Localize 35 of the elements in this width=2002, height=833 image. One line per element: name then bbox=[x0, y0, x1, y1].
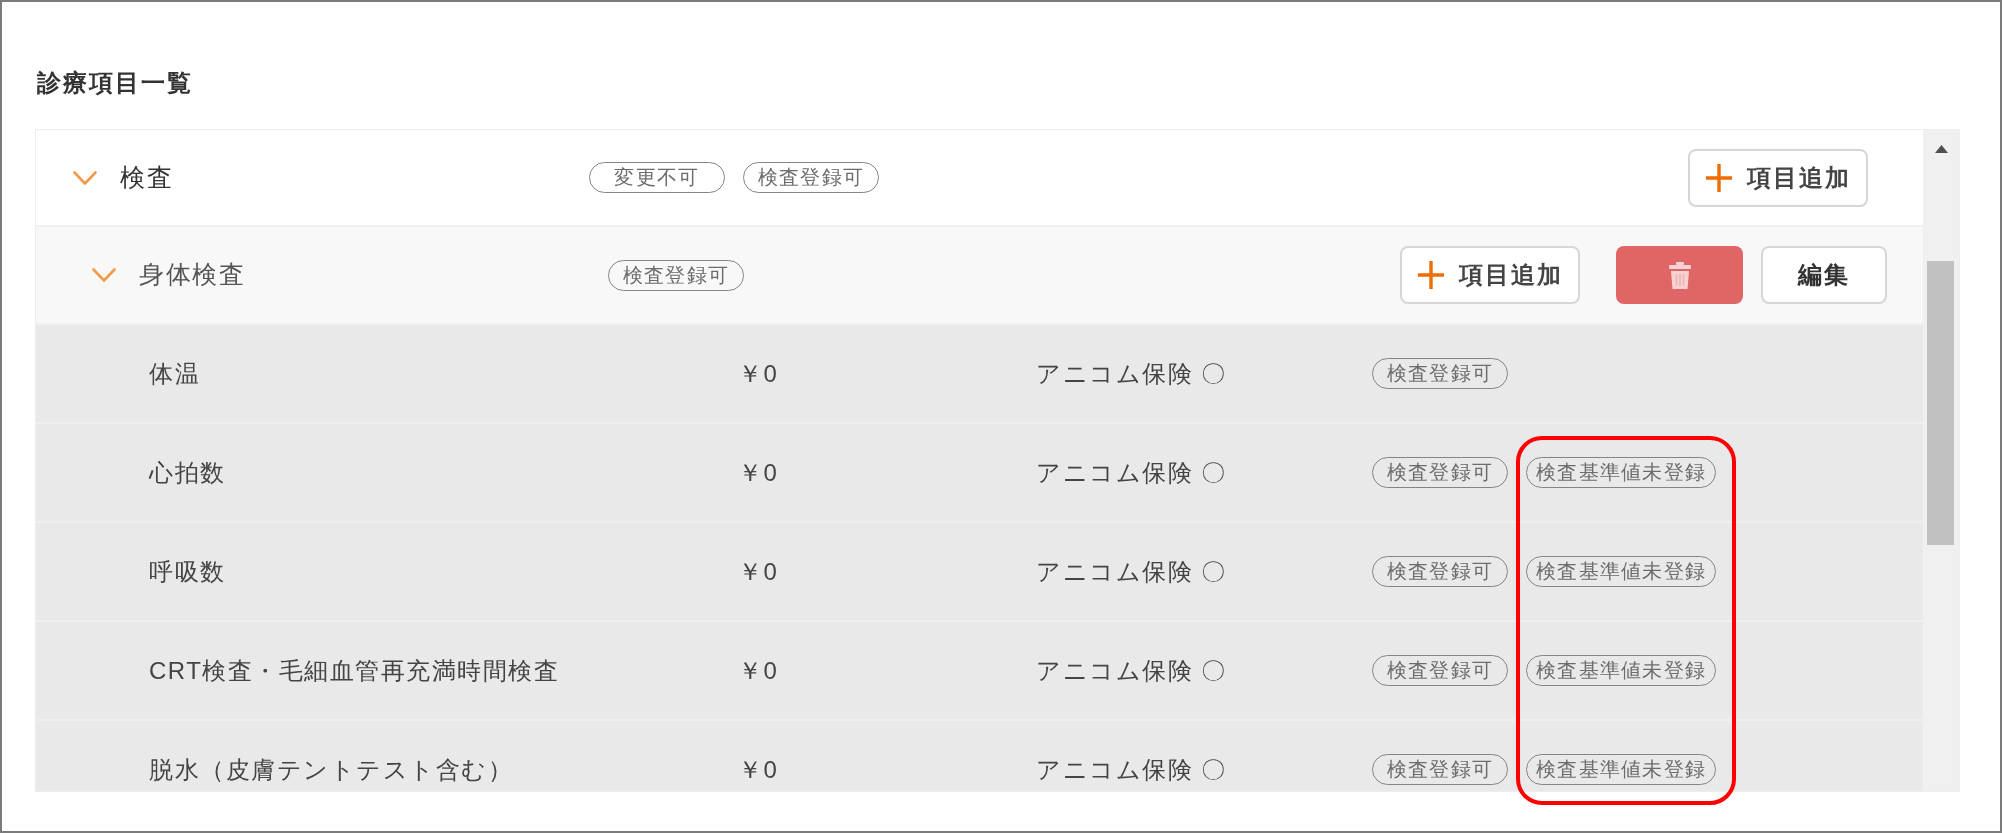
scrollbar-track[interactable] bbox=[1923, 130, 1959, 791]
insurance-text: アニコム保険 〇 bbox=[1036, 458, 1227, 486]
plus-icon bbox=[1705, 162, 1733, 193]
edit-button[interactable]: 編集 bbox=[1761, 246, 1887, 304]
item-name: CRT検査・毛細血管再充満時間検査 bbox=[149, 656, 560, 684]
item-row[interactable]: CRT検査・毛細血管再充満時間検査 ￥0 アニコム保険 〇 検査登録可 検査基準値未登録 bbox=[36, 622, 1923, 721]
insurance-text: アニコム保険 〇 bbox=[1036, 359, 1227, 387]
insurance-text: アニコム保険 〇 bbox=[1036, 656, 1227, 684]
item-name: 心拍数 bbox=[149, 458, 226, 486]
trash-icon bbox=[1668, 261, 1691, 289]
category-name: 検査 bbox=[120, 162, 173, 191]
price-text: ￥0 bbox=[738, 359, 779, 387]
item-name: 脱水（皮膚テントテスト含む） bbox=[149, 755, 513, 783]
plus-icon bbox=[1417, 260, 1445, 290]
price-text: ￥0 bbox=[738, 755, 779, 783]
subcategory-name: 身体検査 bbox=[139, 260, 245, 289]
item-row[interactable]: 体温 ￥0 アニコム保険 〇 検査登録可 bbox=[36, 325, 1923, 424]
item-name: 呼吸数 bbox=[149, 557, 226, 585]
price-text: ￥0 bbox=[738, 557, 779, 585]
chevron-down-icon[interactable] bbox=[73, 170, 97, 185]
scroll-up-icon[interactable] bbox=[1934, 145, 1948, 153]
price-text: ￥0 bbox=[738, 458, 779, 486]
scrollbar-thumb[interactable] bbox=[1927, 261, 1954, 545]
add-item-button[interactable]: 項目追加 bbox=[1688, 148, 1868, 207]
section-title: 診療項目一覧 bbox=[37, 68, 193, 98]
delete-button[interactable] bbox=[1616, 246, 1743, 304]
item-row[interactable]: 心拍数 ￥0 アニコム保険 〇 検査登録可 検査基準値未登録 bbox=[36, 424, 1923, 523]
chevron-down-icon[interactable] bbox=[92, 268, 116, 282]
item-row[interactable]: 呼吸数 ￥0 アニコム保険 〇 検査登録可 検査基準値未登録 bbox=[36, 523, 1923, 622]
add-item-button[interactable]: 項目追加 bbox=[1400, 246, 1580, 304]
insurance-text: アニコム保険 〇 bbox=[1036, 755, 1227, 783]
item-row[interactable]: 脱水（皮膚テントテスト含む） ￥0 アニコム保険 〇 検査登録可 検査基準値未登録 bbox=[36, 721, 1923, 791]
insurance-text: アニコム保険 〇 bbox=[1036, 557, 1227, 585]
item-name: 体温 bbox=[149, 359, 200, 387]
price-text: ￥0 bbox=[738, 656, 779, 684]
